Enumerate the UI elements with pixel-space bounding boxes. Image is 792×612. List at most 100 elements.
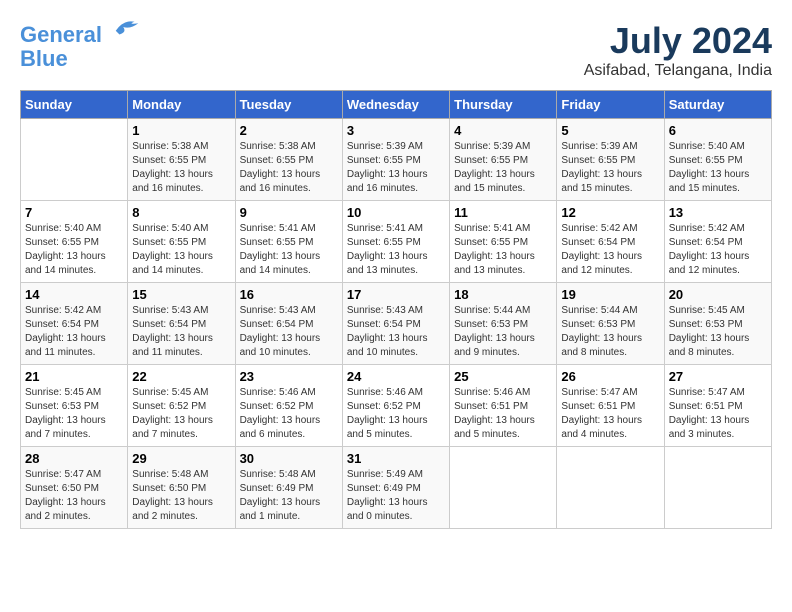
calendar-cell: 19 Sunrise: 5:44 AMSunset: 6:53 PMDayligh… (557, 283, 664, 365)
weekday-row: SundayMondayTuesdayWednesdayThursdayFrid… (21, 91, 772, 119)
day-info: Sunrise: 5:42 AMSunset: 6:54 PMDaylight:… (25, 304, 123, 360)
weekday-header: Wednesday (342, 91, 449, 119)
calendar-cell: 2 Sunrise: 5:38 AMSunset: 6:55 PMDaylight… (235, 119, 342, 201)
day-number: 30 (240, 451, 338, 466)
day-number: 14 (25, 287, 123, 302)
day-info: Sunrise: 5:40 AMSunset: 6:55 PMDaylight:… (669, 140, 767, 196)
day-info: Sunrise: 5:40 AMSunset: 6:55 PMDaylight:… (132, 222, 230, 278)
calendar-cell: 21Sunrise: 5:45 AMSunset: 6:53 PMDayligh… (21, 365, 128, 447)
calendar-cell: 18Sunrise: 5:44 AMSunset: 6:53 PMDayligh… (450, 283, 557, 365)
calendar-cell (21, 119, 128, 201)
month-title: July 2024 (584, 20, 772, 62)
day-info: Sunrise: 5:40 AMSunset: 6:55 PMDaylight:… (25, 222, 123, 278)
calendar-body: 1Sunrise: 5:38 AMSunset: 6:55 PMDaylight… (21, 119, 772, 529)
day-info: Sunrise: 5:42 AMSunset: 6:54 PMDaylight:… (669, 222, 767, 278)
calendar-cell: 5 Sunrise: 5:39 AMSunset: 6:55 PMDaylight… (557, 119, 664, 201)
calendar-cell: 10Sunrise: 5:41 AMSunset: 6:55 PMDayligh… (342, 201, 449, 283)
calendar-cell: 14 Sunrise: 5:42 AMSunset: 6:54 PMDayligh… (21, 283, 128, 365)
day-number: 23 (240, 369, 338, 384)
day-number: 19 (561, 287, 659, 302)
calendar-cell: 3 Sunrise: 5:39 AMSunset: 6:55 PMDaylight… (342, 119, 449, 201)
calendar-cell: 31Sunrise: 5:49 AMSunset: 6:49 PMDayligh… (342, 447, 449, 529)
location: Asifabad, Telangana, India (584, 62, 772, 80)
calendar-week-row: 14 Sunrise: 5:42 AMSunset: 6:54 PMDayligh… (21, 283, 772, 365)
day-number: 15 (132, 287, 230, 302)
day-number: 9 (240, 205, 338, 220)
calendar-cell: 17Sunrise: 5:43 AMSunset: 6:54 PMDayligh… (342, 283, 449, 365)
day-number: 12 (561, 205, 659, 220)
day-info: Sunrise: 5:45 AMSunset: 6:53 PMDaylight:… (669, 304, 767, 360)
day-number: 24 (347, 369, 445, 384)
calendar-cell: 28 Sunrise: 5:47 AMSunset: 6:50 PMDayligh… (21, 447, 128, 529)
day-number: 10 (347, 205, 445, 220)
day-number: 17 (347, 287, 445, 302)
calendar-cell: 16Sunrise: 5:43 AMSunset: 6:54 PMDayligh… (235, 283, 342, 365)
calendar-cell: 27 Sunrise: 5:47 AMSunset: 6:51 PMDayligh… (664, 365, 771, 447)
logo: General Blue (20, 20, 142, 71)
day-info: Sunrise: 5:47 AMSunset: 6:51 PMDaylight:… (561, 386, 659, 442)
day-number: 11 (454, 205, 552, 220)
calendar-cell: 1Sunrise: 5:38 AMSunset: 6:55 PMDaylight… (128, 119, 235, 201)
calendar-cell: 15Sunrise: 5:43 AMSunset: 6:54 PMDayligh… (128, 283, 235, 365)
calendar-week-row: 1Sunrise: 5:38 AMSunset: 6:55 PMDaylight… (21, 119, 772, 201)
weekday-header: Friday (557, 91, 664, 119)
calendar-cell: 26 Sunrise: 5:47 AMSunset: 6:51 PMDayligh… (557, 365, 664, 447)
calendar-cell: 9 Sunrise: 5:41 AMSunset: 6:55 PMDaylight… (235, 201, 342, 283)
calendar-cell: 12 Sunrise: 5:42 AMSunset: 6:54 PMDayligh… (557, 201, 664, 283)
day-number: 8 (132, 205, 230, 220)
day-number: 27 (669, 369, 767, 384)
day-number: 3 (347, 123, 445, 138)
calendar-table: SundayMondayTuesdayWednesdayThursdayFrid… (20, 90, 772, 529)
calendar-cell: 22 Sunrise: 5:45 AMSunset: 6:52 PMDayligh… (128, 365, 235, 447)
calendar-cell: 6Sunrise: 5:40 AMSunset: 6:55 PMDaylight… (664, 119, 771, 201)
day-number: 2 (240, 123, 338, 138)
day-number: 29 (132, 451, 230, 466)
logo-text: General (20, 20, 142, 47)
calendar-cell (450, 447, 557, 529)
calendar-week-row: 28 Sunrise: 5:47 AMSunset: 6:50 PMDayligh… (21, 447, 772, 529)
day-info: Sunrise: 5:45 AMSunset: 6:53 PMDaylight:… (25, 386, 123, 442)
weekday-header: Monday (128, 91, 235, 119)
day-info: Sunrise: 5:45 AMSunset: 6:52 PMDaylight:… (132, 386, 230, 442)
day-number: 13 (669, 205, 767, 220)
calendar-cell (664, 447, 771, 529)
day-info: Sunrise: 5:42 AMSunset: 6:54 PMDaylight:… (561, 222, 659, 278)
day-info: Sunrise: 5:41 AMSunset: 6:55 PMDaylight:… (240, 222, 338, 278)
day-info: Sunrise: 5:39 AMSunset: 6:55 PMDaylight:… (561, 140, 659, 196)
day-number: 28 (25, 451, 123, 466)
day-info: Sunrise: 5:49 AMSunset: 6:49 PMDaylight:… (347, 468, 445, 524)
day-number: 25 (454, 369, 552, 384)
day-number: 22 (132, 369, 230, 384)
day-number: 5 (561, 123, 659, 138)
calendar-cell: 20 Sunrise: 5:45 AMSunset: 6:53 PMDayligh… (664, 283, 771, 365)
day-number: 26 (561, 369, 659, 384)
calendar-cell: 23Sunrise: 5:46 AMSunset: 6:52 PMDayligh… (235, 365, 342, 447)
weekday-header: Tuesday (235, 91, 342, 119)
day-info: Sunrise: 5:41 AMSunset: 6:55 PMDaylight:… (454, 222, 552, 278)
logo-blue: Blue (20, 47, 142, 71)
calendar-cell: 4Sunrise: 5:39 AMSunset: 6:55 PMDaylight… (450, 119, 557, 201)
day-info: Sunrise: 5:38 AMSunset: 6:55 PMDaylight:… (132, 140, 230, 196)
day-number: 20 (669, 287, 767, 302)
day-info: Sunrise: 5:47 AMSunset: 6:51 PMDaylight:… (669, 386, 767, 442)
calendar-week-row: 7 Sunrise: 5:40 AMSunset: 6:55 PMDaylight… (21, 201, 772, 283)
calendar-cell: 7 Sunrise: 5:40 AMSunset: 6:55 PMDaylight… (21, 201, 128, 283)
logo-bird-icon (112, 12, 142, 42)
day-info: Sunrise: 5:48 AMSunset: 6:49 PMDaylight:… (240, 468, 338, 524)
day-info: Sunrise: 5:46 AMSunset: 6:51 PMDaylight:… (454, 386, 552, 442)
calendar-cell (557, 447, 664, 529)
calendar-cell: 29Sunrise: 5:48 AMSunset: 6:50 PMDayligh… (128, 447, 235, 529)
title-area: July 2024 Asifabad, Telangana, India (584, 20, 772, 80)
weekday-header: Saturday (664, 91, 771, 119)
calendar-cell: 24Sunrise: 5:46 AMSunset: 6:52 PMDayligh… (342, 365, 449, 447)
day-info: Sunrise: 5:44 AMSunset: 6:53 PMDaylight:… (561, 304, 659, 360)
day-info: Sunrise: 5:44 AMSunset: 6:53 PMDaylight:… (454, 304, 552, 360)
day-info: Sunrise: 5:39 AMSunset: 6:55 PMDaylight:… (347, 140, 445, 196)
day-info: Sunrise: 5:38 AMSunset: 6:55 PMDaylight:… (240, 140, 338, 196)
calendar-cell: 25 Sunrise: 5:46 AMSunset: 6:51 PMDayligh… (450, 365, 557, 447)
page-header: General Blue July 2024 Asifabad, Telanga… (20, 20, 772, 80)
day-number: 7 (25, 205, 123, 220)
calendar-cell: 8 Sunrise: 5:40 AMSunset: 6:55 PMDaylight… (128, 201, 235, 283)
day-info: Sunrise: 5:47 AMSunset: 6:50 PMDaylight:… (25, 468, 123, 524)
calendar-header: SundayMondayTuesdayWednesdayThursdayFrid… (21, 91, 772, 119)
